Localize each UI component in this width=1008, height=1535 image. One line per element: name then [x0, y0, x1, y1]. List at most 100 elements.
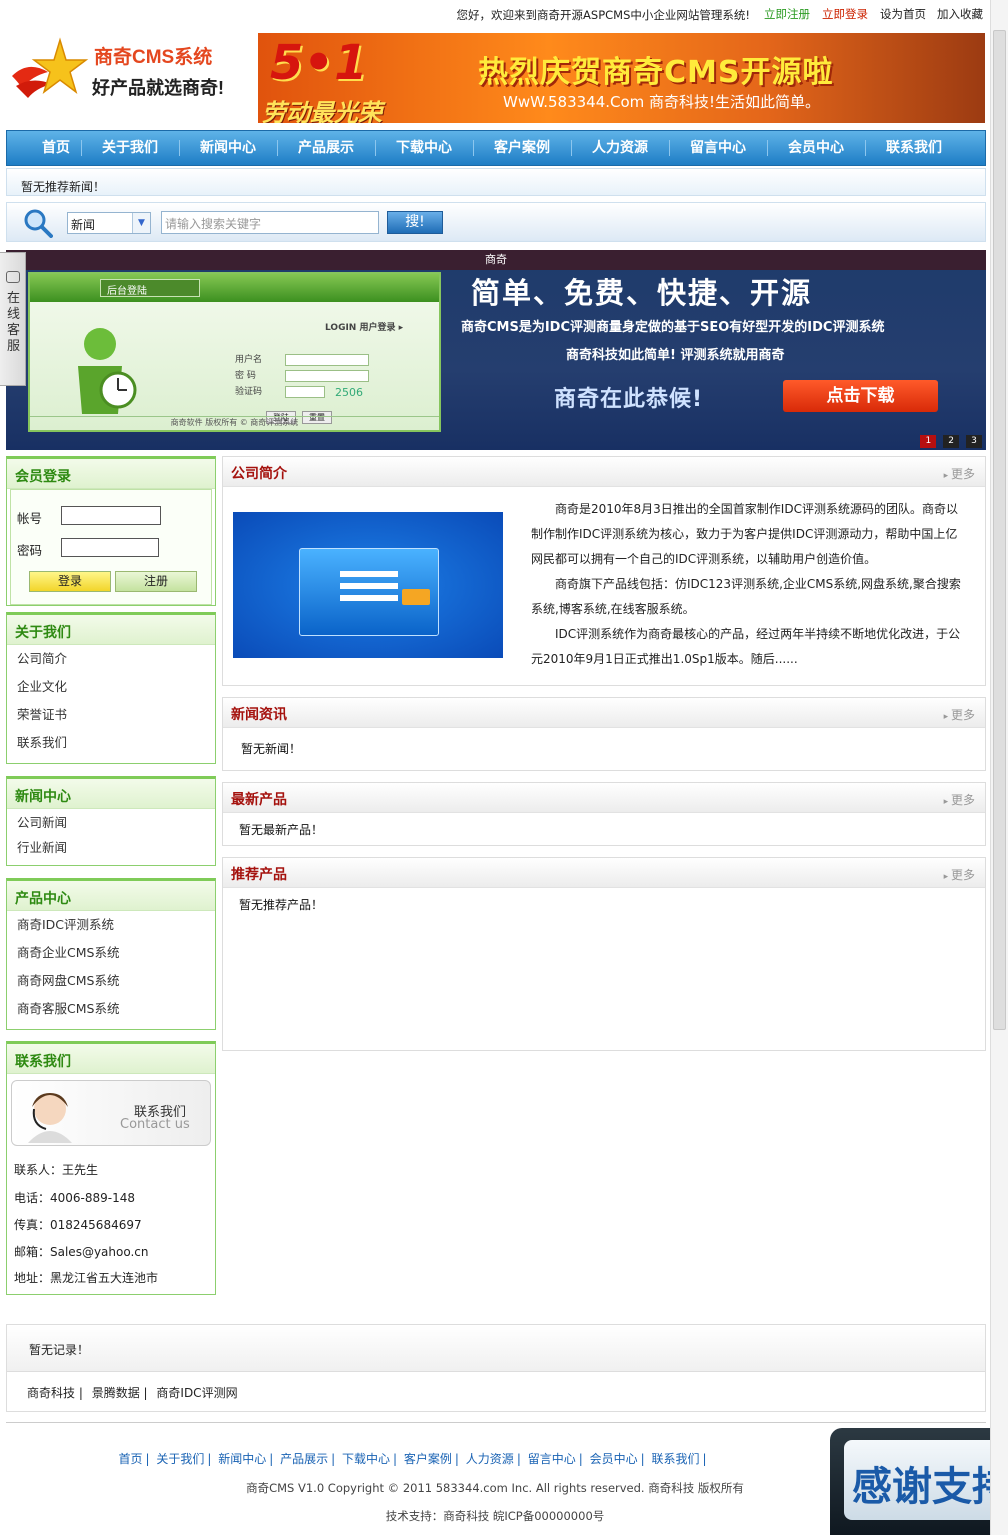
nav-item-products[interactable]: 产品展示 [277, 131, 375, 165]
nav-divider: | [331, 1452, 336, 1466]
search-category-value: 新闻 [71, 218, 96, 232]
chat-bubble-icon [6, 271, 20, 283]
news-more-link[interactable]: 更多 [944, 706, 975, 723]
nav-item-news[interactable]: 新闻中心 [179, 131, 277, 165]
footer-divider [6, 1422, 986, 1423]
account-input[interactable] [61, 506, 161, 525]
friend-link[interactable]: 景腾数据 [92, 1386, 140, 1400]
contact-phone: 电话：4006-889-148 [14, 1191, 136, 1205]
nav-item-message[interactable]: 留言中心 [669, 131, 767, 165]
panel-user-field [285, 354, 369, 366]
panel-header [30, 274, 439, 302]
password-input[interactable] [61, 538, 159, 557]
nav-divider: | [578, 1452, 583, 1466]
friend-link[interactable]: 商奇科技 [27, 1386, 75, 1400]
footer-nav-item[interactable]: 关于我们 [156, 1452, 204, 1466]
slider-subline: 商奇CMS是为IDC评测商量身定做的基于SEO有好型开发的IDC评测系统 [461, 320, 885, 335]
slider-dot-3[interactable]: 3 [966, 435, 982, 448]
company-more-link[interactable]: 更多 [944, 465, 975, 482]
nav-item-download[interactable]: 下载中心 [375, 131, 473, 165]
login-link[interactable]: 立即登录 [822, 6, 868, 22]
panel-code-field [285, 386, 325, 398]
search-input[interactable]: 请输入搜索关键字 [161, 211, 379, 234]
about-menu-item[interactable]: 联系我们 [7, 729, 215, 757]
scrollbar-thumb[interactable] [993, 30, 1006, 1030]
records-bar: 暂无记录！ [6, 1324, 986, 1372]
about-menu-item[interactable]: 公司简介 [7, 645, 215, 673]
favorite-link[interactable]: 加入收藏 [937, 6, 983, 22]
nav-divider: | [269, 1452, 274, 1466]
news-menu-box: 新闻中心 公司新闻 行业新闻 [6, 776, 216, 866]
footer-nav-item[interactable]: 产品展示 [280, 1452, 328, 1466]
search-category-select[interactable]: 新闻 ▼ [67, 212, 151, 234]
set-home-link[interactable]: 设为首页 [880, 6, 926, 22]
recommend-title: 推荐产品 更多 [223, 858, 985, 888]
friend-links: 商奇科技 | 景腾数据 | 商奇IDC评测网 [6, 1372, 986, 1412]
banner-slogan: 劳动最光荣 [262, 99, 382, 123]
contact-box: 联系我们 联系我们 Contact us 联系人：王先生 电话：4006-889… [6, 1041, 216, 1295]
panel-login-title: LOGIN 用户登录 ▸ [325, 323, 404, 333]
product-menu-item[interactable]: 商奇IDC评测系统 [7, 911, 215, 939]
image-field [340, 571, 398, 577]
slider-headline: 简单、免费、快捷、开源 [471, 276, 813, 310]
hero-slider[interactable]: 商奇 后台登陆 LOGIN 用户登录 ▸ 用户名 密 码 验证码 2506 登陆… [6, 250, 986, 450]
footer-nav-item[interactable]: 下载中心 [342, 1452, 390, 1466]
contact-title: 联系我们 [7, 1044, 215, 1074]
image-field [340, 583, 398, 589]
nav-item-about[interactable]: 关于我们 [81, 131, 179, 165]
nav-item-contact[interactable]: 联系我们 [865, 131, 963, 165]
site-logo[interactable]: 商奇CMS系统 好产品就选商奇! [8, 36, 238, 102]
download-button[interactable]: 点击下载 [783, 380, 938, 412]
news-menu-title: 新闻中心 [7, 779, 215, 809]
product-menu-item[interactable]: 商奇网盘CMS系统 [7, 967, 215, 995]
register-button[interactable]: 注册 [115, 571, 197, 592]
footer-nav-item[interactable]: 留言中心 [528, 1452, 576, 1466]
product-menu-item[interactable]: 商奇客服CMS系统 [7, 995, 215, 1023]
slider-dot-1[interactable]: 1 [920, 435, 937, 448]
slider-tagline: 商奇科技如此简单! 评测系统就用商奇 [566, 348, 785, 363]
search-bar: 新闻 ▼ 请输入搜索关键字 搜! [6, 202, 986, 242]
header-banner: 5•1 热烈庆贺商奇CMS开源啦 劳动最光荣 WwW.583344.Com 商奇… [258, 33, 985, 123]
contact-banner-image: 联系我们 Contact us [11, 1080, 211, 1146]
thanks-popup[interactable]: 感谢支持 [830, 1428, 1008, 1535]
friend-link[interactable]: 商奇IDC评测网 [156, 1386, 237, 1400]
search-icon [24, 209, 53, 238]
latest-more-link[interactable]: 更多 [944, 791, 975, 808]
footer-nav-item[interactable]: 人力资源 [466, 1452, 514, 1466]
slider-dot-2[interactable]: 2 [943, 435, 960, 448]
about-menu-item[interactable]: 荣誉证书 [7, 701, 215, 729]
slider-wait-text: 商奇在此恭候! [554, 387, 704, 412]
nav-divider: | [454, 1452, 459, 1466]
footer-nav-item[interactable]: 新闻中心 [218, 1452, 266, 1466]
nav-item-cases[interactable]: 客户案例 [473, 131, 571, 165]
about-menu-item[interactable]: 企业文化 [7, 673, 215, 701]
footer-nav-item[interactable]: 会员中心 [590, 1452, 638, 1466]
link-divider: | [143, 1386, 152, 1400]
login-button[interactable]: 登录 [29, 571, 111, 592]
news-menu-item[interactable]: 公司新闻 [7, 810, 215, 835]
recommend-more-link[interactable]: 更多 [944, 866, 975, 883]
contact-person: 联系人：王先生 [14, 1163, 99, 1177]
footer-nav-item[interactable]: 联系我们 [651, 1452, 699, 1466]
recommend-title-text: 推荐产品 [231, 867, 287, 883]
vertical-scrollbar[interactable] [990, 0, 1008, 1535]
panel-user-label: 用户名 [235, 355, 263, 365]
online-service-label: 在线客服 [7, 291, 21, 354]
company-paragraph: IDC评测系统作为商奇最核心的产品，经过两年半持续不断地优化改进，于公元2010… [531, 627, 961, 666]
search-button[interactable]: 搜! [387, 211, 443, 234]
product-menu-list: 商奇IDC评测系统 商奇企业CMS系统 商奇网盘CMS系统 商奇客服CMS系统 [7, 911, 215, 1023]
online-service-tab[interactable]: 在线客服 [0, 252, 26, 386]
product-menu-item[interactable]: 商奇企业CMS系统 [7, 939, 215, 967]
logo-title: 商奇CMS系统 [94, 47, 213, 68]
recommended-products-box: 推荐产品 更多 暂无推荐产品！ [222, 857, 986, 1051]
register-link[interactable]: 立即注册 [764, 6, 810, 22]
about-menu-box: 关于我们 公司简介 企业文化 荣誉证书 联系我们 [6, 612, 216, 764]
latest-title: 最新产品 更多 [223, 783, 985, 813]
news-menu-item[interactable]: 行业新闻 [7, 835, 215, 860]
chevron-down-icon[interactable]: ▼ [132, 213, 150, 233]
footer-nav-item[interactable]: 客户案例 [404, 1452, 452, 1466]
nav-item-hr[interactable]: 人力资源 [571, 131, 669, 165]
nav-item-member[interactable]: 会员中心 [767, 131, 865, 165]
footer-nav-item[interactable]: 首页 [118, 1452, 142, 1466]
company-image [233, 512, 503, 658]
